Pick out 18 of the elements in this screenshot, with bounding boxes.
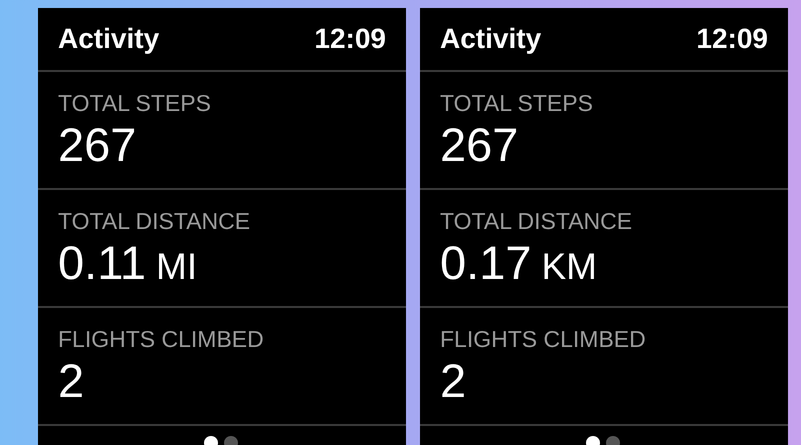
metric-label: FLIGHTS CLIMBED	[440, 325, 647, 353]
clock-time: 12:09	[314, 23, 386, 55]
metric-label: TOTAL STEPS	[440, 89, 594, 117]
app-title: Activity	[440, 23, 542, 55]
metric-value: 267	[58, 117, 136, 173]
metric-value: 0.17	[440, 235, 532, 291]
metric-label: TOTAL DISTANCE	[440, 207, 634, 235]
metric-value: 2	[440, 353, 466, 409]
metric-label: FLIGHTS CLIMBED	[58, 325, 265, 353]
unit-label: MI	[156, 246, 198, 288]
metric-value: 267	[440, 117, 518, 173]
app-title: Activity	[58, 23, 160, 55]
metric-value: 2	[58, 353, 84, 409]
clock-time: 12:09	[696, 23, 768, 55]
metric-label: TOTAL DISTANCE	[58, 207, 252, 235]
metric-value: 0.11	[58, 235, 146, 291]
unit-label: KM	[541, 246, 597, 288]
metric-label: TOTAL STEPS	[58, 89, 212, 117]
